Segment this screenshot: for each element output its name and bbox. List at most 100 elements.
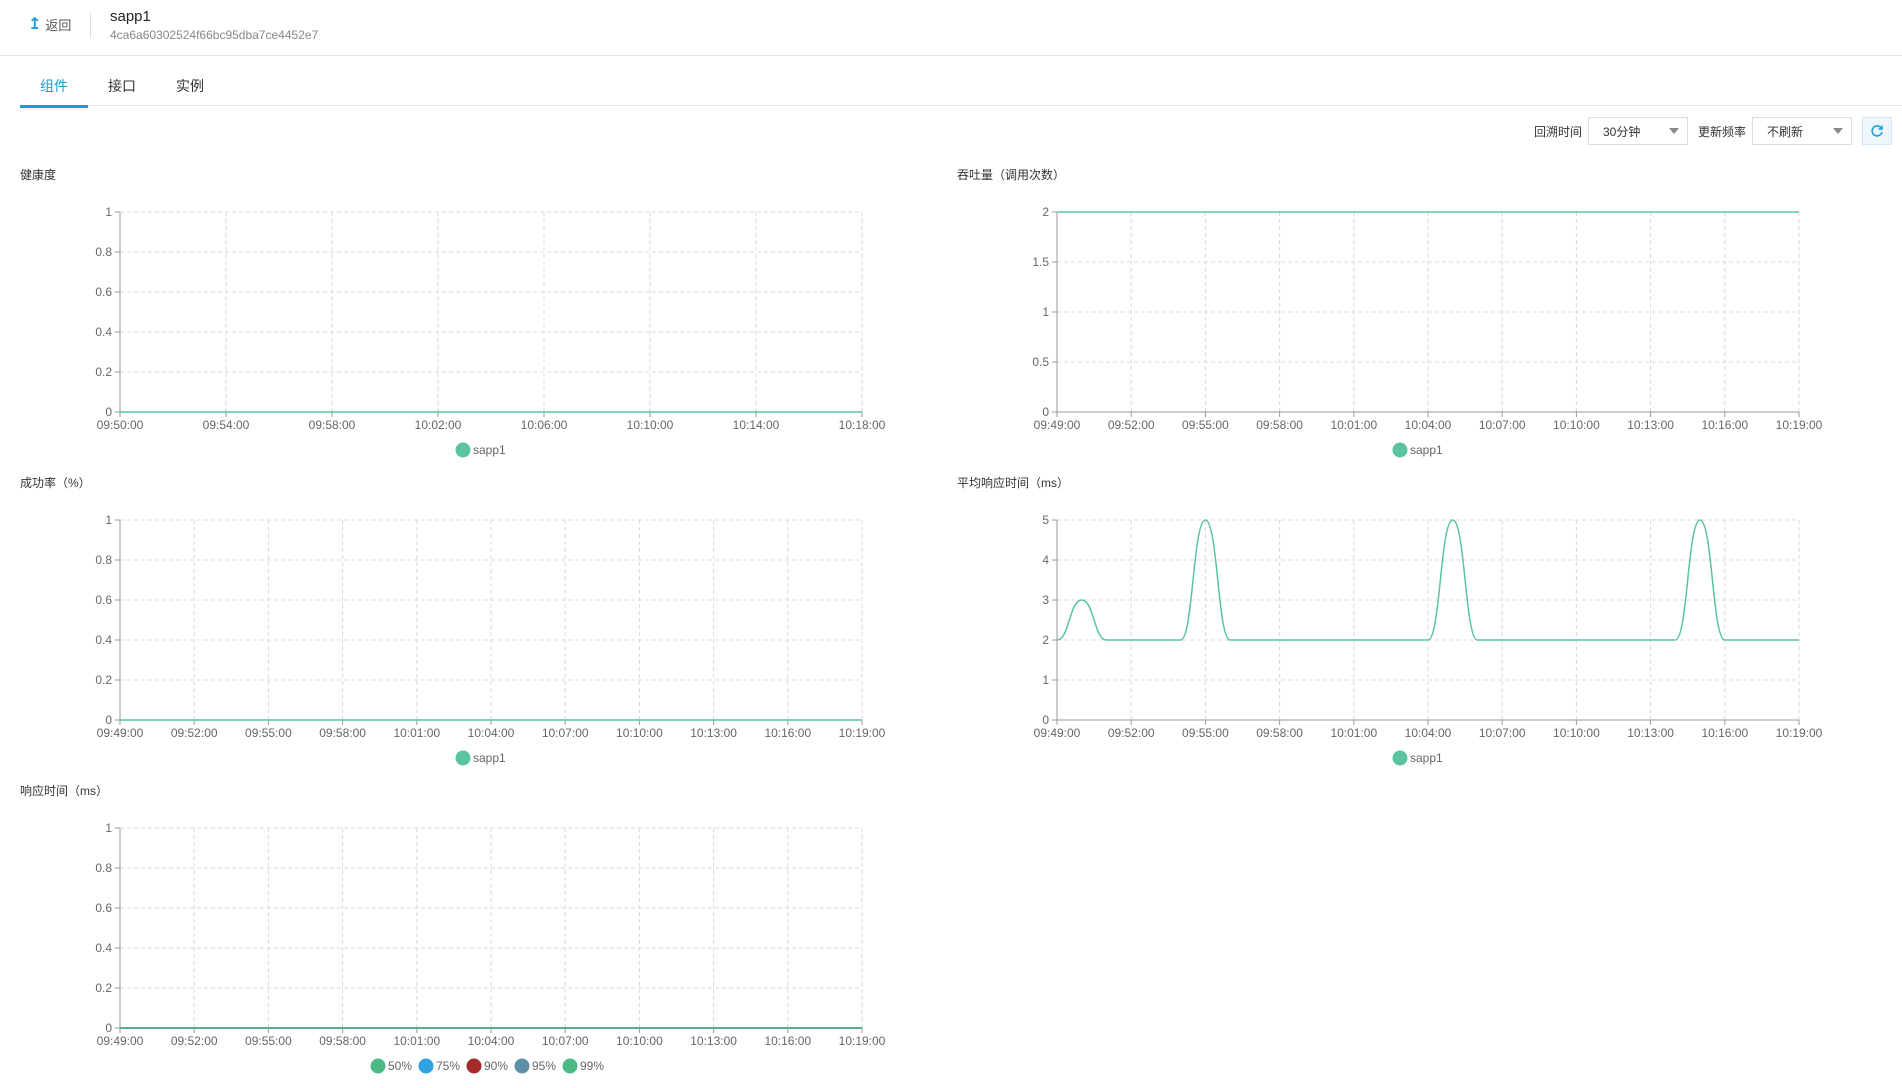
x-tick-label: 10:10:00 (616, 1034, 663, 1048)
app-id: 4ca6a60302524f66bc95dba7ce4452e7 (110, 28, 319, 42)
y-tick-label: 3 (1042, 593, 1049, 607)
x-tick-label: 09:58:00 (319, 726, 366, 740)
tab-interfaces[interactable]: 接口 (88, 66, 156, 106)
y-tick-label: 0.8 (95, 553, 112, 567)
legend-label: sapp1 (1410, 443, 1443, 457)
legend-item[interactable]: 90% (466, 1058, 509, 1074)
lookback-label: 回溯时间 (1533, 124, 1582, 139)
legend-item[interactable]: sapp1 (455, 442, 507, 458)
y-tick-label: 0.4 (95, 325, 112, 339)
x-tick-label: 09:58:00 (309, 418, 356, 432)
legend-item[interactable]: 95% (514, 1058, 557, 1074)
legend-label: 50% (388, 1059, 412, 1073)
legend-item[interactable]: sapp1 (1392, 442, 1444, 458)
throughput-chart: 0 0.5 1 1.5 2 09:49:00 09:52:00 09:55:00 09:58:0… (1032, 205, 1823, 458)
x-tick-label: 10:19:00 (839, 726, 886, 740)
health-chart: 0 0.2 0.4 0.6 0.8 1 09:50:00 09:54:00 09:58:00 10… (95, 205, 886, 458)
x-tick-label: 10:13:00 (1627, 418, 1674, 432)
x-tick-label: 10:01:00 (1330, 726, 1377, 740)
chevron-down-icon (1668, 128, 1679, 134)
y-tick-label: 0.2 (95, 981, 112, 995)
refresh-rate-label: 更新频率 (1697, 124, 1746, 139)
x-tick-label: 09:52:00 (1108, 726, 1155, 740)
x-tick-label: 10:14:00 (733, 418, 780, 432)
y-tick-label: 0.6 (95, 593, 112, 607)
x-tick-label: 10:06:00 (521, 418, 568, 432)
x-tick-label: 10:19:00 (839, 1034, 886, 1048)
chart-title-health: 健康度 (20, 168, 57, 182)
x-tick-label: 10:16:00 (764, 726, 811, 740)
arrow-up-icon: ↥ (28, 15, 42, 33)
y-tick-label: 0.4 (95, 633, 112, 647)
page-header: ↥ 返回 sapp1 4ca6a60302524f66bc95dba7ce445… (0, 0, 1902, 56)
x-tick-label: 10:07:00 (542, 1034, 589, 1048)
x-tick-label: 10:16:00 (1701, 418, 1748, 432)
chart-title-throughput: 吞吐量（调用次数） (957, 168, 1066, 182)
x-tick-label: 09:52:00 (1108, 418, 1155, 432)
legend-label: sapp1 (473, 751, 506, 765)
x-tick-label: 09:52:00 (171, 726, 218, 740)
chevron-down-icon (1833, 128, 1843, 134)
y-tick-label: 0 (105, 1021, 112, 1035)
x-tick-label: 10:07:00 (1479, 418, 1526, 432)
x-tick-label: 10:04:00 (468, 726, 515, 740)
back-button[interactable]: ↥ 返回 (28, 15, 71, 34)
legend-dot (1392, 750, 1408, 766)
chart-title-avg-response: 平均响应时间（ms） (957, 476, 1069, 490)
y-tick-label: 0.6 (95, 285, 112, 299)
legend-item[interactable]: 75% (418, 1058, 461, 1074)
x-tick-label: 10:10:00 (1553, 418, 1600, 432)
legend-item[interactable]: sapp1 (455, 750, 507, 766)
x-tick-label: 10:01:00 (393, 1034, 440, 1048)
legend-item[interactable]: 50% (370, 1058, 413, 1074)
tab-instances[interactable]: 实例 (156, 66, 224, 106)
lookback-select[interactable]: 30分钟 (1587, 117, 1688, 145)
x-tick-label: 09:58:00 (319, 1034, 366, 1048)
header-divider (90, 12, 91, 38)
refresh-rate-select[interactable]: 不刷新 (1752, 117, 1852, 145)
x-tick-label: 10:19:00 (1776, 726, 1823, 740)
y-tick-label: 0 (105, 405, 112, 419)
y-tick-label: 0.2 (95, 365, 112, 379)
y-tick-label: 1 (105, 821, 112, 835)
response-time-chart: 0 0.2 0.4 0.6 0.8 1 09:49:00 09:52:00 09:55:00 09… (95, 821, 886, 1074)
legend-dot (418, 1058, 434, 1074)
y-tick-label: 0.8 (95, 861, 112, 875)
y-tick-label: 0 (1042, 713, 1049, 727)
refresh-rate-value: 不刷新 (1767, 124, 1804, 139)
y-tick-label: 0.6 (95, 901, 112, 915)
refresh-button[interactable] (1862, 117, 1892, 145)
y-tick-label: 0 (1042, 405, 1049, 419)
y-tick-label: 2 (1042, 633, 1049, 647)
x-tick-label: 10:04:00 (468, 1034, 515, 1048)
y-tick-label: 0.5 (1032, 355, 1049, 369)
legend-dot (466, 1058, 482, 1074)
page-title: sapp1 (110, 8, 151, 25)
x-tick-label: 09:55:00 (245, 1034, 292, 1048)
legend-item[interactable]: sapp1 (1392, 750, 1444, 766)
legend-dot (455, 750, 471, 766)
x-tick-label: 10:16:00 (764, 1034, 811, 1048)
success-rate-chart: 0 0.2 0.4 0.6 0.8 1 09:49:00 09:52:00 09:55:00 09… (95, 513, 886, 766)
y-tick-label: 2 (1042, 205, 1049, 219)
x-tick-label: 10:13:00 (690, 726, 737, 740)
x-tick-label: 10:02:00 (415, 418, 462, 432)
x-tick-label: 10:10:00 (1553, 726, 1600, 740)
tab-components[interactable]: 组件 (20, 66, 88, 108)
x-tick-label: 09:50:00 (97, 418, 144, 432)
lookback-value: 30分钟 (1602, 124, 1641, 139)
tab-bar: 组件 接口 实例 (20, 66, 1902, 108)
y-tick-label: 0.2 (95, 673, 112, 687)
x-tick-label: 09:49:00 (1034, 726, 1081, 740)
y-tick-label: 5 (1042, 513, 1049, 527)
x-tick-label: 09:52:00 (171, 1034, 218, 1048)
x-tick-label: 09:54:00 (203, 418, 250, 432)
x-tick-label: 09:55:00 (1182, 726, 1229, 740)
x-tick-label: 10:10:00 (616, 726, 663, 740)
y-tick-label: 4 (1042, 553, 1049, 567)
x-tick-label: 10:13:00 (1627, 726, 1674, 740)
x-tick-label: 09:49:00 (1034, 418, 1081, 432)
refresh-icon (1871, 125, 1883, 137)
y-tick-label: 1 (105, 513, 112, 527)
legend-item[interactable]: 99% (562, 1058, 605, 1074)
